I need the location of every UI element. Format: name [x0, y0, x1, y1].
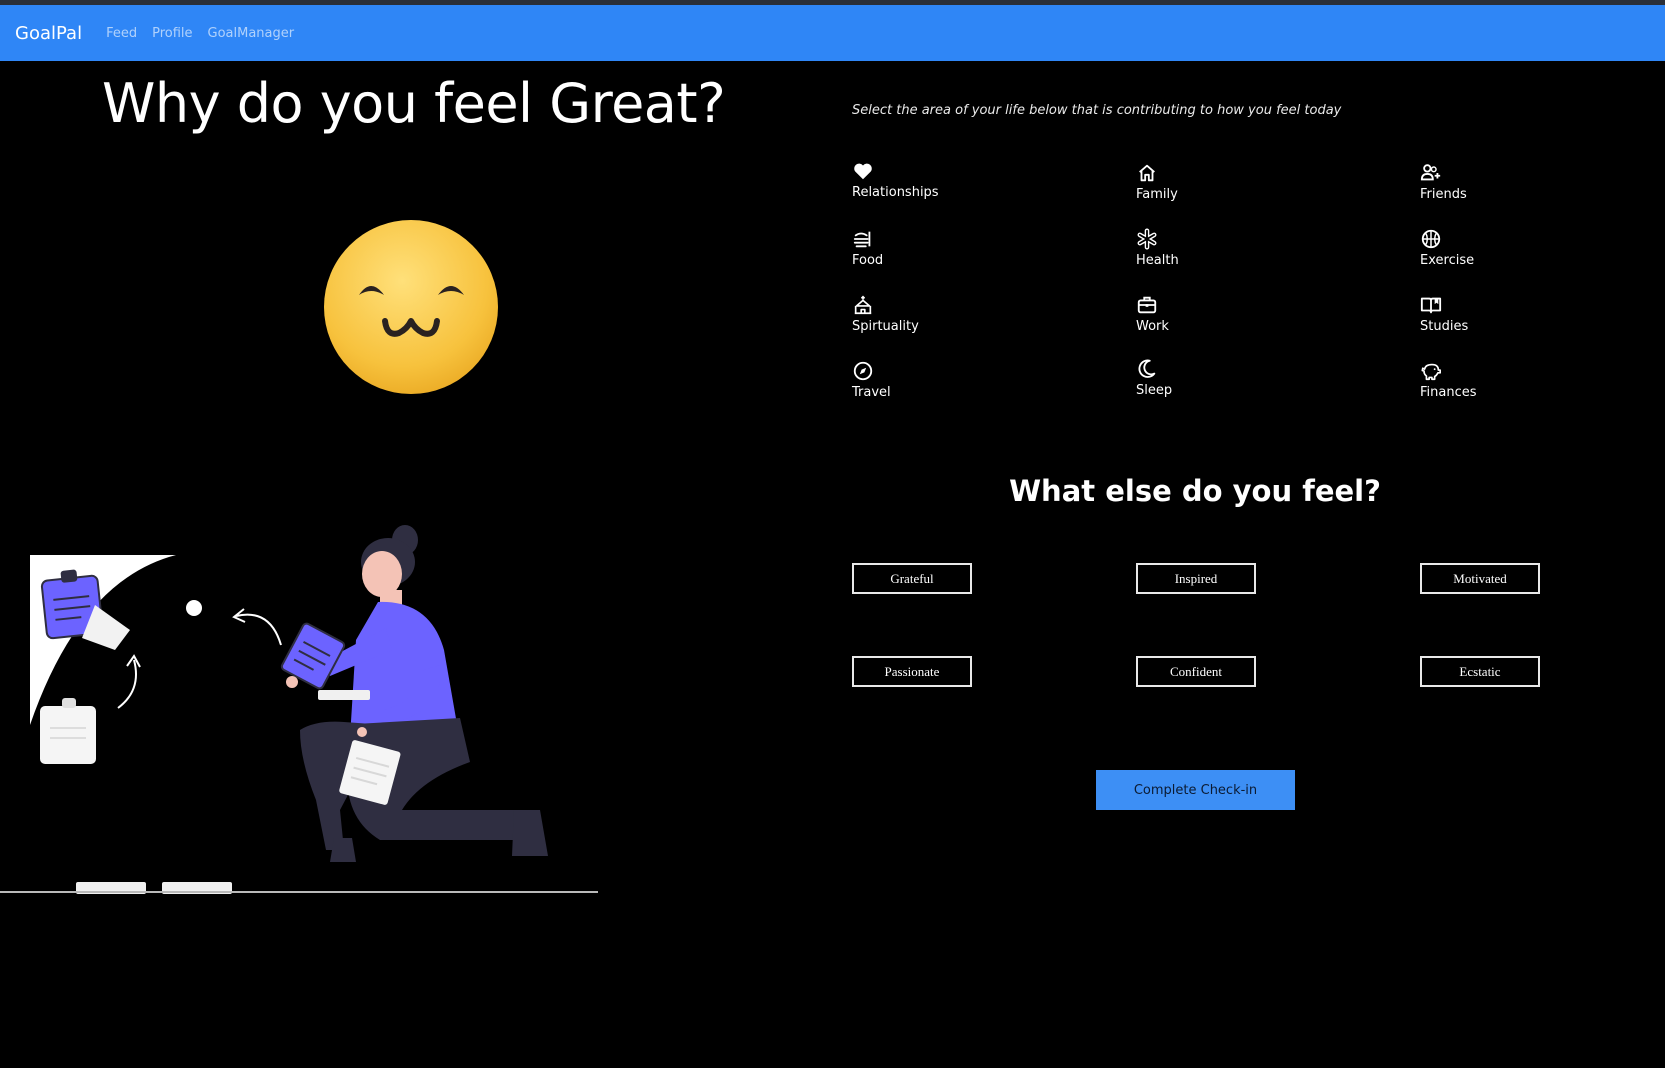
area-relationships[interactable]: Relationships: [852, 160, 1012, 210]
area-family[interactable]: Family: [1136, 162, 1296, 212]
area-food[interactable]: Food: [852, 228, 1012, 278]
area-friends[interactable]: Friends: [1420, 162, 1580, 212]
briefcase-icon: [1137, 296, 1157, 314]
brand-logo[interactable]: GoalPal: [15, 23, 82, 44]
area-instruction: Select the area of your life below that …: [852, 103, 1342, 118]
area-label-finances: Finances: [1420, 385, 1477, 400]
area-spirituality[interactable]: Spirtuality: [852, 294, 1012, 344]
navbar: GoalPal Feed Profile GoalManager: [0, 5, 1665, 61]
area-label-sleep: Sleep: [1136, 383, 1173, 398]
feeling-button-passionate[interactable]: Passionate: [852, 656, 972, 687]
food-icon: [853, 231, 871, 248]
area-health[interactable]: Health: [1136, 228, 1296, 278]
heart-icon: [854, 163, 872, 180]
moon-icon: [1138, 359, 1156, 378]
area-label-health: Health: [1136, 253, 1179, 268]
area-label-travel: Travel: [852, 385, 891, 400]
feeling-button-grateful[interactable]: Grateful: [852, 563, 972, 594]
nav-link-profile[interactable]: Profile: [152, 26, 192, 41]
area-finances[interactable]: Finances: [1420, 360, 1580, 410]
feeling-button-inspired[interactable]: Inspired: [1136, 563, 1256, 594]
health-icon: [1137, 228, 1157, 250]
nav-link-goalmanager[interactable]: GoalManager: [208, 26, 295, 41]
page-title: Why do you feel Great?: [102, 72, 726, 135]
life-area-grid: Relationships Family Friends Food Health: [852, 160, 1592, 420]
area-label-studies: Studies: [1420, 319, 1469, 334]
area-label-work: Work: [1136, 319, 1169, 334]
area-studies[interactable]: Studies: [1420, 294, 1580, 344]
area-label-exercise: Exercise: [1420, 253, 1475, 268]
people-add-icon: [1420, 164, 1441, 181]
area-label-friends: Friends: [1420, 187, 1467, 202]
area-label-relationships: Relationships: [852, 185, 939, 200]
area-label-family: Family: [1136, 187, 1178, 202]
area-label-food: Food: [852, 253, 884, 268]
home-icon: [1139, 164, 1155, 182]
feeling-button-motivated[interactable]: Motivated: [1420, 563, 1540, 594]
compass-icon: [853, 361, 873, 381]
nav-link-feed[interactable]: Feed: [106, 26, 137, 41]
book-icon: [1420, 297, 1442, 314]
area-travel[interactable]: Travel: [852, 360, 1012, 410]
happy-emoji-icon: [324, 220, 498, 394]
temple-icon: [854, 295, 872, 315]
area-sleep[interactable]: Sleep: [1136, 358, 1296, 408]
feeling-button-ecstatic[interactable]: Ecstatic: [1420, 656, 1540, 687]
complete-checkin-button[interactable]: Complete Check-in: [1096, 770, 1295, 810]
basketball-icon: [1421, 229, 1441, 249]
piggy-bank-icon: [1421, 363, 1441, 381]
area-label-spirituality: Spirtuality: [852, 319, 919, 334]
feelings-heading: What else do you feel?: [1009, 474, 1381, 508]
area-work[interactable]: Work: [1136, 294, 1296, 344]
area-exercise[interactable]: Exercise: [1420, 228, 1580, 278]
woman-organizing-notes-illustration: [0, 525, 598, 894]
feeling-button-confident[interactable]: Confident: [1136, 656, 1256, 687]
